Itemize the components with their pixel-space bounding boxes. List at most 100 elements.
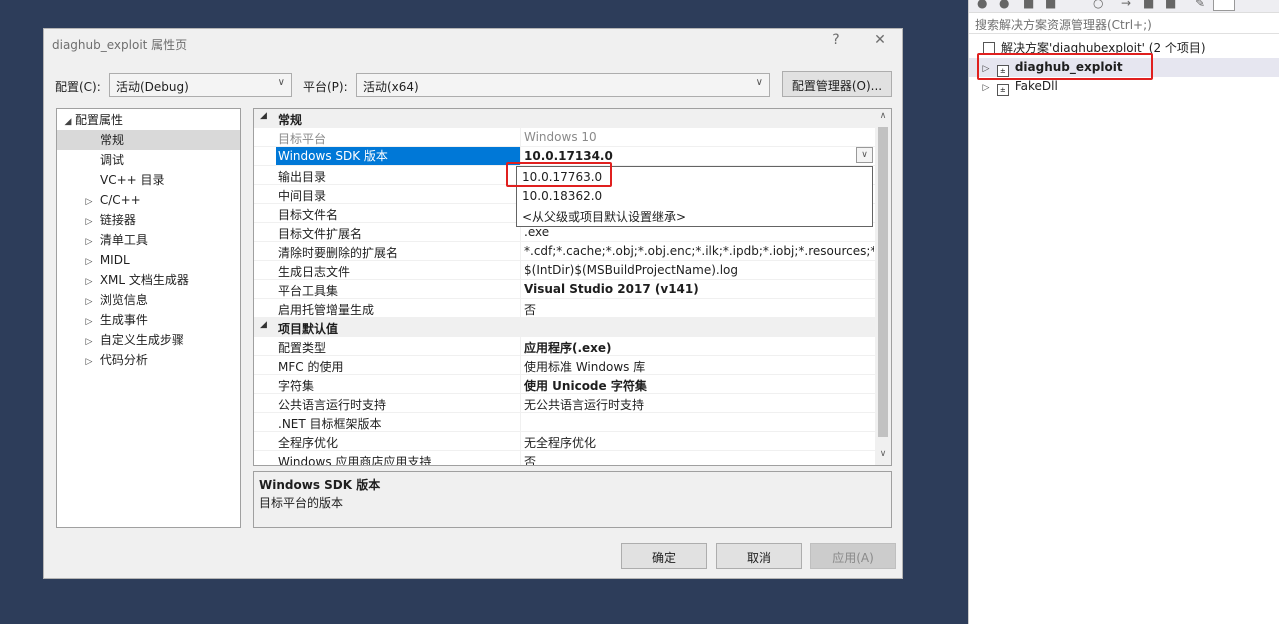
property-value: .exe (524, 225, 550, 239)
collapsed-arrow-icon[interactable]: ▷ (82, 252, 96, 272)
expanded-arrow-icon[interactable]: ◢ (260, 111, 267, 121)
tree-item-vc-directories[interactable]: VC++ 目录 (100, 170, 165, 190)
collapsed-arrow-icon[interactable]: ▷ (82, 192, 96, 212)
show-all-icon[interactable]: ■ (1165, 0, 1176, 10)
tree-item-browse-info[interactable]: ▷ 浏览信息 (82, 290, 148, 310)
property-row[interactable]: 目标平台 Windows 10 (254, 128, 876, 147)
property-value: 应用程序(.exe) (524, 341, 612, 355)
collapsed-arrow-icon[interactable]: ▷ (979, 79, 993, 98)
config-label: 配置(C): (55, 80, 101, 94)
property-row[interactable]: 字符集 使用 Unicode 字符集 (254, 375, 876, 394)
platform-select[interactable]: 活动(x64) ∨ (356, 73, 770, 97)
property-name: 启用托管增量生成 (278, 303, 375, 317)
sdk-dropdown-button[interactable]: ∨ (856, 147, 873, 163)
property-row[interactable]: 生成日志文件 $(IntDir)$(MSBuildProjectName).log (254, 261, 876, 280)
property-row[interactable]: 配置类型 应用程序(.exe) (254, 337, 876, 356)
tree-item-label: C/C++ (99, 193, 141, 207)
property-value: Visual Studio 2017 (v141) (524, 282, 699, 296)
tree-root[interactable]: ◢ 配置属性 (61, 110, 123, 130)
back-icon[interactable]: ● (977, 0, 987, 10)
collapsed-arrow-icon[interactable]: ▷ (82, 352, 96, 372)
collapsed-arrow-icon[interactable]: ▷ (82, 272, 96, 292)
tree-item-code-analysis[interactable]: ▷ 代码分析 (82, 350, 148, 370)
help-button[interactable]: ? (826, 32, 846, 48)
collapsed-arrow-icon[interactable]: ▷ (82, 332, 96, 352)
tree-item-manifest-tool[interactable]: ▷ 清单工具 (82, 230, 148, 250)
tree-item-custom-build[interactable]: ▷ 自定义生成步骤 (82, 330, 184, 350)
toolbar-dropdown[interactable] (1213, 0, 1235, 11)
scroll-up-icon[interactable]: ∧ (875, 111, 891, 121)
property-name: 目标平台 (278, 132, 327, 146)
property-row[interactable]: .NET 目标框架版本 (254, 413, 876, 432)
dropdown-option[interactable]: 10.0.18362.0 (522, 189, 602, 203)
property-value: 无全程序优化 (524, 436, 597, 450)
vertical-scrollbar[interactable]: ∧ ∨ (875, 109, 891, 465)
tree-item-build-events[interactable]: ▷ 生成事件 (82, 310, 148, 330)
tree-item-xml-doc[interactable]: ▷ XML 文档生成器 (82, 270, 189, 290)
property-value: Windows 10 (524, 130, 597, 144)
refresh-icon[interactable]: → (1121, 0, 1131, 10)
property-name: .NET 目标框架版本 (278, 417, 382, 431)
tree-item-label: XML 文档生成器 (99, 273, 189, 287)
category-project-defaults[interactable]: ◢ 项目默认值 (254, 318, 876, 337)
dropdown-option[interactable]: <从父级或项目默认设置继承> (522, 208, 686, 225)
tree-item-label: 代码分析 (99, 353, 148, 367)
collapsed-arrow-icon[interactable]: ▷ (82, 292, 96, 312)
collapse-icon[interactable]: ■ (1143, 0, 1154, 10)
property-value: *.cdf;*.cache;*.obj;*.obj.enc;*.ilk;*.ip… (524, 244, 874, 258)
tree-item-linker[interactable]: ▷ 链接器 (82, 210, 136, 230)
description-pane: Windows SDK 版本 目标平台的版本 (253, 471, 892, 528)
tree-item-general[interactable]: 常规 (57, 130, 240, 150)
property-name: Windows 应用商店应用支持 (278, 455, 432, 466)
solution-explorer-toolbar: ● ● ■ ■ ○ → ■ ■ ✎ (969, 0, 1279, 13)
property-row[interactable]: MFC 的使用 使用标准 Windows 库 (254, 356, 876, 375)
property-name: 目标文件扩展名 (278, 227, 363, 241)
property-row[interactable]: 清除时要删除的扩展名 *.cdf;*.cache;*.obj;*.obj.enc;… (254, 242, 876, 261)
category-tree: ◢ 配置属性 常规 调试 VC++ 目录 ▷ C/C++ ▷ 链接器 ▷ 清单工具… (56, 108, 241, 528)
tree-item-debugging[interactable]: 调试 (100, 150, 124, 170)
forward-icon[interactable]: ● (999, 0, 1009, 10)
highlight-box (506, 162, 612, 187)
switch-view-icon[interactable]: ■ (1045, 0, 1056, 10)
ok-button[interactable]: 确定 (621, 543, 707, 569)
property-pages-dialog: diaghub_exploit 属性页 ? ✕ 配置(C): 活动(Debug)… (43, 28, 903, 579)
category-general[interactable]: ◢ 常规 (254, 109, 876, 128)
property-row[interactable]: 全程序优化 无全程序优化 (254, 432, 876, 451)
scroll-thumb[interactable] (878, 127, 888, 437)
tree-item-midl[interactable]: ▷ MIDL (82, 250, 130, 270)
solution-search-input[interactable]: 搜索解决方案资源管理器(Ctrl+;) (969, 13, 1279, 34)
scroll-down-icon[interactable]: ∨ (875, 449, 891, 459)
property-row[interactable]: 公共语言运行时支持 无公共语言运行时支持 (254, 394, 876, 413)
tree-item-label: 自定义生成步骤 (99, 333, 184, 347)
property-row[interactable]: Windows 应用商店应用支持 否 (254, 451, 876, 466)
expanded-arrow-icon[interactable]: ◢ (61, 112, 75, 132)
property-name: 公共语言运行时支持 (278, 398, 387, 412)
home-icon[interactable]: ■ (1023, 0, 1034, 10)
property-row[interactable]: 启用托管增量生成 否 (254, 299, 876, 318)
collapsed-arrow-icon[interactable]: ▷ (82, 232, 96, 252)
tree-item-label: 链接器 (99, 213, 136, 227)
collapsed-arrow-icon[interactable]: ▷ (82, 312, 96, 332)
collapsed-arrow-icon[interactable]: ▷ (82, 212, 96, 232)
expanded-arrow-icon[interactable]: ◢ (260, 320, 267, 330)
tree-item-cpp[interactable]: ▷ C/C++ (82, 190, 141, 210)
property-name: 目标文件名 (278, 208, 339, 222)
config-select-value: 活动(Debug) (116, 80, 189, 94)
config-manager-button[interactable]: 配置管理器(O)... (782, 71, 892, 97)
category-label: 项目默认值 (278, 322, 339, 336)
property-row[interactable]: 平台工具集 Visual Studio 2017 (v141) (254, 280, 876, 299)
chevron-down-icon: ∨ (277, 77, 285, 88)
property-value: $(IntDir)$(MSBuildProjectName).log (524, 263, 739, 277)
apply-button[interactable]: 应用(A) (810, 543, 896, 569)
property-name: 字符集 (278, 379, 315, 393)
config-select[interactable]: 活动(Debug) ∨ (109, 73, 292, 97)
properties-icon[interactable]: ✎ (1195, 0, 1205, 10)
cancel-button[interactable]: 取消 (716, 543, 802, 569)
category-label: 常规 (278, 113, 303, 127)
close-button[interactable]: ✕ (870, 32, 890, 48)
property-name: Windows SDK 版本 (276, 147, 520, 165)
property-name: 清除时要删除的扩展名 (278, 246, 399, 260)
sync-icon[interactable]: ○ (1093, 0, 1103, 10)
property-value[interactable]: 10.0.17134.0 (524, 149, 874, 163)
property-value: 否 (524, 455, 537, 466)
